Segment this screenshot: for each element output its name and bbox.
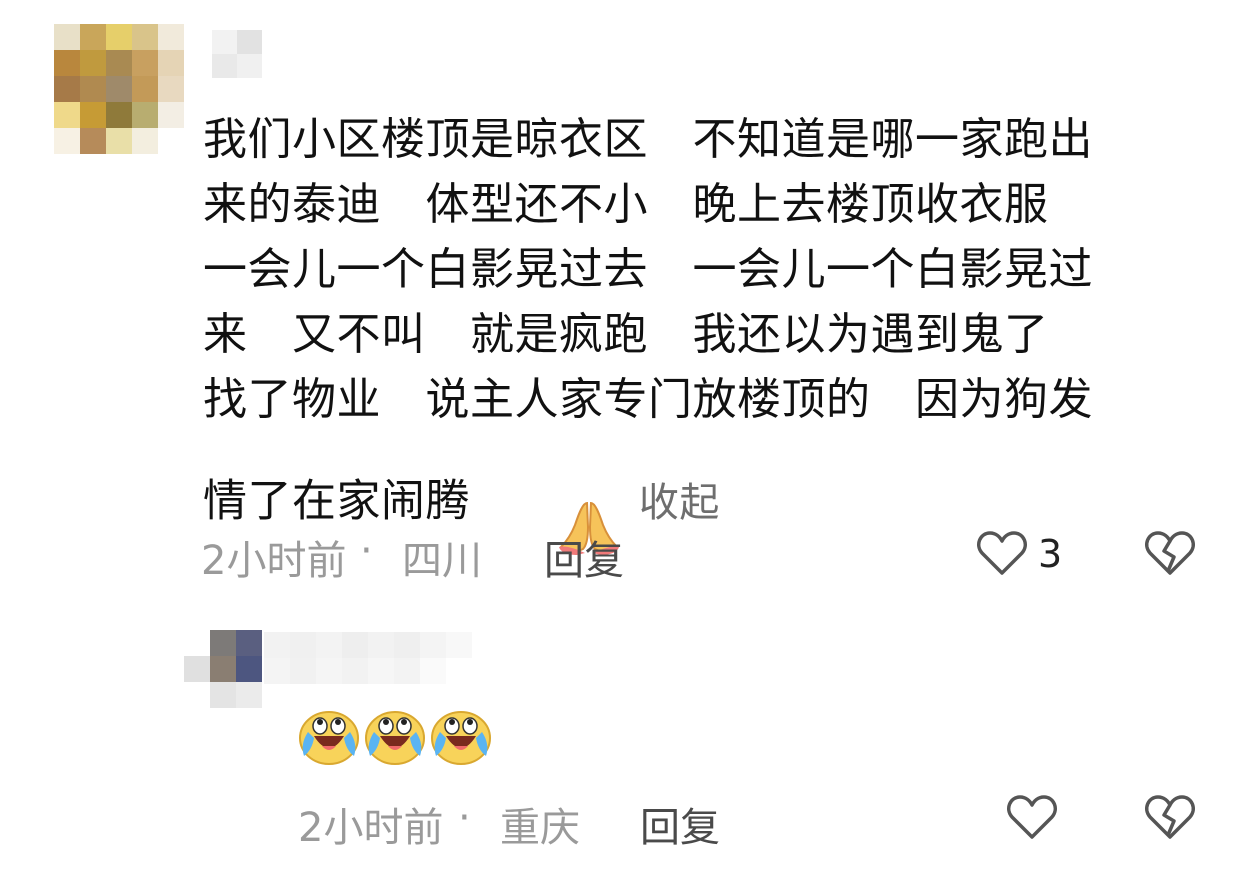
comment-line: 找了物业 说主人家专门放楼顶的 因为狗发 [203, 374, 1093, 425]
comment-text: 我们小区楼顶是晾衣区 不知道是哪一家跑出 来的泰迪 体型还不小 晚上去楼顶收衣服… [203, 107, 1223, 555]
like-heart-icon[interactable] [976, 529, 1028, 581]
like-count: 3 [1038, 532, 1063, 576]
comment-line: 一会儿一个白影晃过去 一会儿一个白影晃过 [203, 244, 1093, 295]
dislike-broken-heart-icon[interactable] [1144, 793, 1196, 845]
reply-button[interactable]: 回复 [640, 795, 720, 853]
like-heart-icon[interactable] [1006, 793, 1058, 845]
comment-location: 重庆 [500, 805, 580, 851]
comment-time: 2小时前 [201, 538, 347, 584]
comment-line: 来的泰迪 体型还不小 晚上去楼顶收衣服 [203, 179, 1049, 230]
username[interactable] [264, 632, 472, 684]
username[interactable] [212, 30, 262, 78]
crying-laugh-icon [298, 706, 360, 770]
collapse-link[interactable]: 收起 [639, 480, 720, 526]
comment-location: 四川 [402, 538, 482, 584]
comment-line: 来 又不叫 就是疯跑 我还以为遇到鬼了 [203, 309, 1049, 360]
comment-line: 我们小区楼顶是晾衣区 不知道是哪一家跑出 [203, 114, 1093, 165]
meta-separator: · [360, 528, 373, 574]
crying-laugh-icon [364, 706, 426, 770]
crying-laugh-icon [430, 706, 492, 770]
avatar[interactable] [54, 24, 184, 154]
meta-separator: · [458, 795, 471, 841]
comment-emojis [298, 706, 492, 770]
reply-button[interactable]: 回复 [544, 528, 624, 586]
comment-time: 2小时前 [298, 805, 444, 851]
comment-line-last: 情了在家闹腾 收起 [203, 432, 1223, 555]
dislike-broken-heart-icon[interactable] [1144, 529, 1196, 581]
avatar[interactable] [184, 630, 262, 708]
